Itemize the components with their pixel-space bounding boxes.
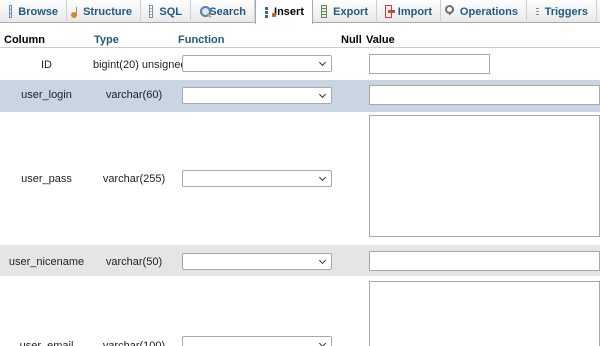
- tab-label: Browse: [18, 5, 58, 18]
- column-name: user_login: [21, 89, 72, 101]
- tab-sql[interactable]: SQL: [141, 0, 191, 23]
- sql-icon: [149, 5, 154, 18]
- column-type: varchar(60): [105, 89, 163, 101]
- export-icon: [321, 5, 328, 18]
- column-type: varchar(255): [102, 173, 166, 185]
- value-textarea[interactable]: [369, 281, 600, 346]
- tab-import[interactable]: Import: [377, 0, 441, 23]
- column-type: bigint(20) unsigned: [93, 59, 187, 71]
- tab-label: SQL: [159, 5, 182, 18]
- tab-insert[interactable]: Insert: [255, 0, 313, 24]
- tab-search[interactable]: Search: [191, 0, 255, 23]
- structure-icon: [70, 5, 78, 18]
- function-select[interactable]: [182, 253, 332, 270]
- value-input[interactable]: [369, 251, 600, 271]
- column-type: varchar(100): [102, 340, 166, 346]
- table-icon: [9, 5, 13, 18]
- table-row: user_login varchar(60): [0, 80, 600, 112]
- tab-structure[interactable]: Structure: [67, 0, 141, 23]
- search-icon: [199, 5, 212, 18]
- column-name: user_pass: [21, 173, 72, 185]
- header-function[interactable]: Function: [178, 34, 224, 46]
- chevron-down-icon: [318, 256, 327, 265]
- header-type[interactable]: Type: [94, 34, 119, 46]
- header-null: Null: [341, 34, 362, 46]
- tab-label: Search: [209, 5, 246, 18]
- tab-export[interactable]: Export: [313, 0, 377, 23]
- column-name: user_nicename: [8, 256, 85, 268]
- tab-operations[interactable]: Operations: [441, 0, 527, 23]
- tab-label: Triggers: [544, 5, 588, 18]
- table-row: user_pass varchar(255): [0, 112, 600, 244]
- chevron-down-icon: [318, 339, 327, 346]
- wrench-icon: [444, 5, 454, 18]
- function-select[interactable]: [182, 55, 332, 72]
- triggers-icon: [535, 5, 539, 18]
- function-select[interactable]: [182, 87, 332, 104]
- value-textarea[interactable]: [369, 115, 600, 237]
- chevron-down-icon: [318, 173, 327, 182]
- value-input[interactable]: [369, 54, 490, 74]
- tab-label: Import: [397, 5, 432, 18]
- header-value: Value: [366, 34, 395, 46]
- tab-label: Insert: [274, 6, 304, 18]
- tab-label: Structure: [83, 5, 132, 18]
- insert-icon: [264, 5, 277, 19]
- function-select[interactable]: [182, 336, 332, 346]
- tab-label: Export: [333, 5, 368, 18]
- tab-browse[interactable]: Browse: [0, 0, 67, 23]
- header-column: Column: [4, 34, 45, 46]
- column-name: ID: [41, 59, 52, 71]
- chevron-down-icon: [318, 58, 327, 67]
- table-row: user_nicename varchar(50): [0, 245, 600, 276]
- tab-triggers[interactable]: Triggers: [527, 0, 597, 23]
- tab-label: Operations: [459, 5, 518, 18]
- table-row: ID bigint(20) unsigned: [0, 50, 600, 79]
- tab-bar: Browse Structure SQL Search Insert Expor…: [0, 0, 600, 24]
- chevron-down-icon: [318, 90, 327, 99]
- value-input[interactable]: [369, 85, 600, 105]
- function-select[interactable]: [182, 170, 332, 187]
- insert-table-header: Column Type Function Null Value: [0, 33, 600, 48]
- column-type: varchar(50): [105, 256, 163, 268]
- import-icon: [385, 5, 395, 18]
- column-name: user_email: [19, 340, 74, 346]
- table-row: user_email varchar(100): [0, 277, 600, 346]
